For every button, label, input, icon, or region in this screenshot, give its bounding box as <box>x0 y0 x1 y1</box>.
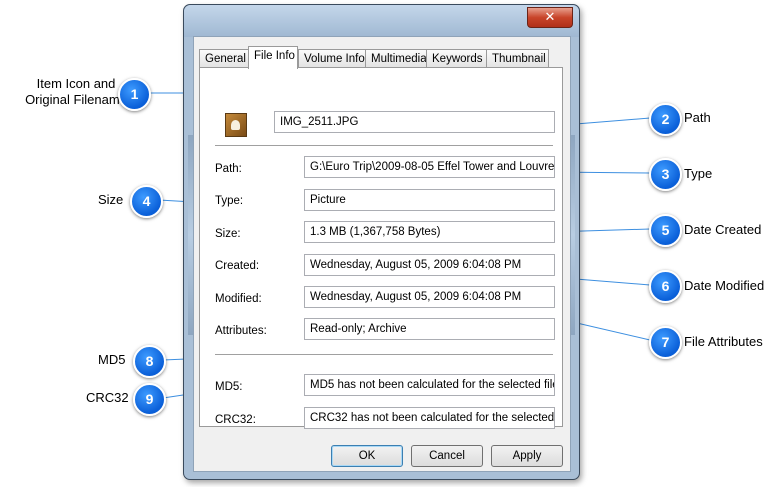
callout-badge-9: 9 <box>133 383 166 416</box>
image-file-icon <box>225 113 247 137</box>
tab-general[interactable]: General <box>199 49 249 67</box>
separator-bottom <box>215 354 553 355</box>
callout-3-text: Type <box>684 166 713 181</box>
close-icon: ✕ <box>544 10 556 25</box>
md5-field[interactable]: MD5 has not been calculated for the sele… <box>304 374 555 396</box>
callout-6-text: Date Modified <box>684 278 765 293</box>
close-button[interactable]: ✕ <box>527 7 573 28</box>
attributes-label: Attributes: <box>215 325 267 337</box>
path-label: Path: <box>215 163 242 175</box>
callout-badge-8: 8 <box>133 345 166 378</box>
cancel-button[interactable]: Cancel <box>411 445 483 467</box>
crc32-field[interactable]: CRC32 has not been calculated for the se… <box>304 407 555 429</box>
tab-keywords[interactable]: Keywords <box>426 49 487 67</box>
window-titlebar[interactable] <box>184 5 579 37</box>
callout-8-text: MD5 <box>98 352 126 367</box>
path-field[interactable]: G:\Euro Trip\2009-08-05 Effel Tower and … <box>304 156 555 178</box>
callout-badge-5: 5 <box>649 214 682 247</box>
callout-5-text: Date Created <box>684 222 762 237</box>
tab-file-info[interactable]: File Info <box>248 46 298 69</box>
modified-label: Modified: <box>215 293 262 305</box>
ok-button[interactable]: OK <box>331 445 403 467</box>
file-properties-window: ✕ General File Info Volume Info Multimed… <box>183 4 580 480</box>
callout-2-text: Path <box>684 110 711 125</box>
tab-multimedia[interactable]: Multimedia <box>365 49 427 67</box>
callout-badge-1: 1 <box>118 78 151 111</box>
crc32-label: CRC32: <box>215 414 256 426</box>
dialog-client-area: General File Info Volume Info Multimedia… <box>193 36 571 472</box>
callout-7-text: File Attributes <box>684 334 763 349</box>
file-info-panel: IMG_2511.JPG Path: G:\Euro Trip\2009-08-… <box>199 67 563 429</box>
separator-top <box>215 145 553 146</box>
modified-field[interactable]: Wednesday, August 05, 2009 6:04:08 PM <box>304 286 555 308</box>
callout-badge-2: 2 <box>649 103 682 136</box>
size-label: Size: <box>215 228 241 240</box>
callout-9-text: CRC32 <box>86 390 129 405</box>
callout-badge-3: 3 <box>649 158 682 191</box>
tab-thumbnail[interactable]: Thumbnail <box>486 49 549 67</box>
md5-label: MD5: <box>215 381 243 393</box>
callout-badge-6: 6 <box>649 270 682 303</box>
filename-field[interactable]: IMG_2511.JPG <box>274 111 555 133</box>
size-field[interactable]: 1.3 MB (1,367,758 Bytes) <box>304 221 555 243</box>
callout-badge-4: 4 <box>130 185 163 218</box>
created-label: Created: <box>215 260 260 272</box>
type-label: Type: <box>215 195 244 207</box>
apply-button[interactable]: Apply <box>491 445 563 467</box>
type-field[interactable]: Picture <box>304 189 555 211</box>
callout-4-text: Size <box>98 192 124 207</box>
created-field[interactable]: Wednesday, August 05, 2009 6:04:08 PM <box>304 254 555 276</box>
attributes-field[interactable]: Read-only; Archive <box>304 318 555 340</box>
tab-volume-info[interactable]: Volume Info <box>298 49 366 67</box>
callout-badge-7: 7 <box>649 326 682 359</box>
